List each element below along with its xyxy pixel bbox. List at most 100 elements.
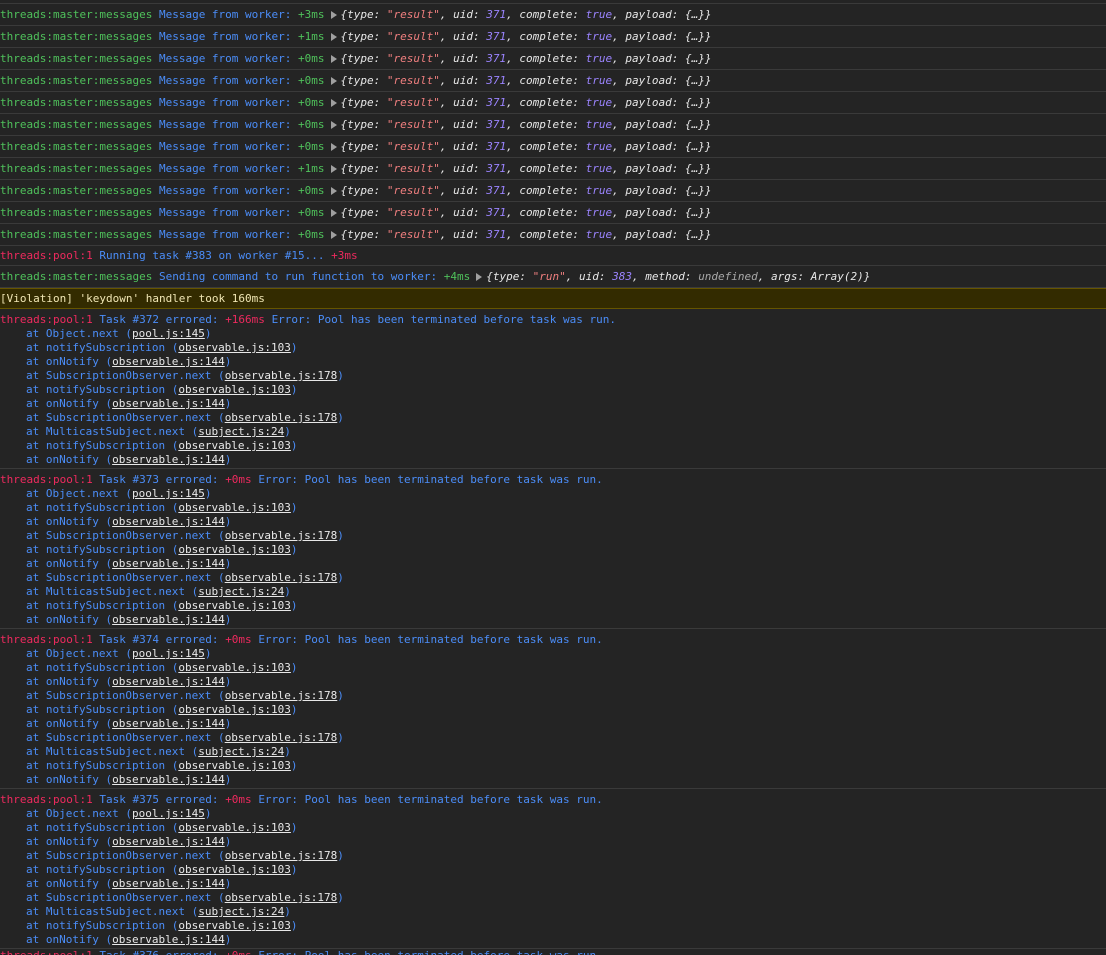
source-link[interactable]: observable.js:178 <box>225 411 338 424</box>
stack-frame-function: at onNotify <box>26 355 99 368</box>
object-preview[interactable]: {type: "result", uid: 371, complete: tru… <box>341 118 712 131</box>
source-link[interactable]: observable.js:144 <box>112 397 225 410</box>
object-complete-value: true <box>585 30 613 43</box>
source-link[interactable]: observable.js:178 <box>225 731 338 744</box>
source-link[interactable]: observable.js:144 <box>112 933 225 946</box>
expand-triangle-icon[interactable] <box>330 11 337 19</box>
stack-frame: at notifySubscription (observable.js:103… <box>26 383 298 396</box>
source-link[interactable]: observable.js:178 <box>225 369 338 382</box>
object-type-value: "result" <box>386 8 440 21</box>
object-type-value: "result" <box>386 74 440 87</box>
source-link[interactable]: subject.js:24 <box>198 585 284 598</box>
expand-triangle-icon[interactable] <box>476 273 483 281</box>
object-uid-value: 371 <box>486 162 507 175</box>
source-link[interactable]: observable.js:144 <box>112 557 225 570</box>
object-preview[interactable]: {type: "run", uid: 383, method: undefine… <box>486 270 870 283</box>
source-link[interactable]: observable.js:103 <box>178 821 291 834</box>
expand-triangle-icon[interactable] <box>330 99 337 107</box>
source-link[interactable]: observable.js:103 <box>178 341 291 354</box>
source-link[interactable]: observable.js:178 <box>225 571 338 584</box>
source-link[interactable]: observable.js:103 <box>178 919 291 932</box>
log-time-diff: +3ms <box>298 8 325 21</box>
source-link[interactable]: observable.js:144 <box>112 355 225 368</box>
object-type-value: "result" <box>386 228 440 241</box>
object-preview[interactable]: {type: "result", uid: 371, complete: tru… <box>341 184 712 197</box>
object-payload-value: {…} <box>684 74 705 87</box>
log-time-diff: +0ms <box>225 793 252 806</box>
object-type-value: "result" <box>386 118 440 131</box>
source-link[interactable]: observable.js:144 <box>112 877 225 890</box>
source-link[interactable]: observable.js:178 <box>225 689 338 702</box>
source-link[interactable]: observable.js:103 <box>178 543 291 556</box>
expand-triangle-icon[interactable] <box>330 165 337 173</box>
source-link[interactable]: pool.js:145 <box>132 647 205 660</box>
source-link[interactable]: observable.js:103 <box>178 599 291 612</box>
expand-triangle-icon[interactable] <box>330 209 337 217</box>
source-link[interactable]: observable.js:178 <box>225 891 338 904</box>
stack-frame: at SubscriptionObserver.next (observable… <box>26 849 344 862</box>
log-time-diff: +0ms <box>298 206 325 219</box>
expand-triangle-icon[interactable] <box>330 33 337 41</box>
source-link[interactable]: observable.js:103 <box>178 501 291 514</box>
source-link[interactable]: observable.js:103 <box>178 661 291 674</box>
stack-frame-function: at SubscriptionObserver.next <box>26 369 212 382</box>
expand-triangle-icon[interactable] <box>330 143 337 151</box>
expand-triangle-icon[interactable] <box>330 121 337 129</box>
object-preview[interactable]: {type: "result", uid: 371, complete: tru… <box>341 52 712 65</box>
source-link[interactable]: observable.js:103 <box>178 863 291 876</box>
stack-frame: at onNotify (observable.js:144) <box>26 933 232 946</box>
error-message: Error: Pool has been terminated before t… <box>258 793 603 806</box>
stack-frame-function: at Object.next <box>26 647 119 660</box>
expand-triangle-icon[interactable] <box>330 231 337 239</box>
object-uid-value: 371 <box>486 52 507 65</box>
source-link[interactable]: observable.js:178 <box>225 529 338 542</box>
devtools-console: threads:master:messages Message from wor… <box>0 0 1106 955</box>
object-preview[interactable]: {type: "result", uid: 371, complete: tru… <box>341 162 712 175</box>
object-uid-value: 371 <box>486 184 507 197</box>
source-link[interactable]: observable.js:144 <box>112 675 225 688</box>
error-task-text: Task #376 errored: <box>99 949 218 955</box>
stack-frame: at notifySubscription (observable.js:103… <box>26 341 298 354</box>
object-type-value: "result" <box>386 52 440 65</box>
stack-frame: at onNotify (observable.js:144) <box>26 835 232 848</box>
log-entry-worker-message: threads:master:messages Message from wor… <box>0 202 1106 224</box>
source-link[interactable]: pool.js:145 <box>132 487 205 500</box>
stack-frame: at onNotify (observable.js:144) <box>26 397 232 410</box>
expand-triangle-icon[interactable] <box>330 55 337 63</box>
source-link[interactable]: observable.js:144 <box>112 835 225 848</box>
source-link[interactable]: observable.js:103 <box>178 759 291 772</box>
source-link[interactable]: observable.js:144 <box>112 773 225 786</box>
expand-triangle-icon[interactable] <box>330 187 337 195</box>
expand-triangle-icon[interactable] <box>330 77 337 85</box>
object-preview[interactable]: {type: "result", uid: 371, complete: tru… <box>341 96 712 109</box>
object-preview[interactable]: {type: "result", uid: 371, complete: tru… <box>341 228 712 241</box>
log-entry-worker-message: threads:master:messages Message from wor… <box>0 158 1106 180</box>
log-entry-worker-message: threads:master:messages Message from wor… <box>0 114 1106 136</box>
object-preview[interactable]: {type: "result", uid: 371, complete: tru… <box>341 74 712 87</box>
stack-frame: at notifySubscription (observable.js:103… <box>26 759 298 772</box>
source-link[interactable]: observable.js:103 <box>178 439 291 452</box>
object-preview[interactable]: {type: "result", uid: 371, complete: tru… <box>341 206 712 219</box>
stack-frame: at onNotify (observable.js:144) <box>26 877 232 890</box>
object-preview[interactable]: {type: "result", uid: 371, complete: tru… <box>341 8 712 21</box>
object-uid-value: 371 <box>486 96 507 109</box>
source-link[interactable]: observable.js:103 <box>178 703 291 716</box>
source-link[interactable]: subject.js:24 <box>198 905 284 918</box>
source-link[interactable]: observable.js:178 <box>225 849 338 862</box>
object-preview[interactable]: {type: "result", uid: 371, complete: tru… <box>341 140 712 153</box>
source-link[interactable]: observable.js:144 <box>112 613 225 626</box>
source-link[interactable]: observable.js:144 <box>112 515 225 528</box>
log-entry-worker-message: threads:master:messages Message from wor… <box>0 180 1106 202</box>
source-link[interactable]: observable.js:144 <box>112 717 225 730</box>
source-link[interactable]: pool.js:145 <box>132 807 205 820</box>
source-link[interactable]: observable.js:103 <box>178 383 291 396</box>
source-link[interactable]: pool.js:145 <box>132 327 205 340</box>
source-link[interactable]: subject.js:24 <box>198 745 284 758</box>
stack-frame: at SubscriptionObserver.next (observable… <box>26 411 344 424</box>
object-preview[interactable]: {type: "result", uid: 371, complete: tru… <box>341 30 712 43</box>
source-link[interactable]: observable.js:144 <box>112 453 225 466</box>
object-type-value: "run" <box>532 270 566 283</box>
stack-frame-function: at notifySubscription <box>26 543 166 556</box>
source-link[interactable]: subject.js:24 <box>198 425 284 438</box>
object-uid-value: 371 <box>486 74 507 87</box>
